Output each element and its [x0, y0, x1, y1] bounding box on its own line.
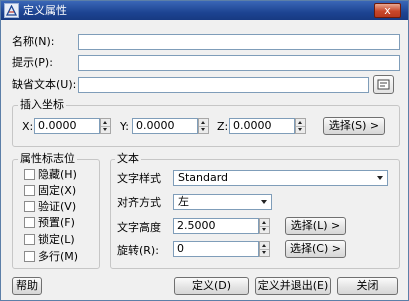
- tag-input[interactable]: [78, 34, 400, 50]
- lock-position-checkbox[interactable]: [24, 234, 35, 245]
- justify-label: 对齐方式: [117, 196, 161, 209]
- constant-label: 固定(X): [38, 184, 77, 197]
- close-button[interactable]: 关闭: [337, 277, 398, 295]
- x-input[interactable]: 0.0000: [34, 118, 100, 134]
- define-attribute-dialog: 定义属性 x 名称(N): 提示(P): 缺省文本(U): 插入坐标 X: 0.…: [0, 0, 409, 301]
- text-settings-legend: 文本: [115, 152, 141, 165]
- rotation-input[interactable]: 0: [173, 241, 259, 257]
- prompt-label: 提示(P):: [12, 56, 53, 69]
- x-label: X:: [22, 120, 34, 133]
- preset-checkbox[interactable]: [24, 217, 35, 228]
- text-height-label: 文字高度: [117, 221, 161, 234]
- default-text-input[interactable]: [78, 77, 369, 93]
- pick-point-button[interactable]: 选择(S) >: [323, 117, 385, 135]
- z-spinner[interactable]: [295, 118, 306, 134]
- preset-label: 预置(F): [38, 216, 75, 229]
- y-label: Y:: [120, 120, 129, 133]
- help-button[interactable]: 帮助: [12, 277, 42, 295]
- y-spinner[interactable]: [198, 118, 209, 134]
- z-label: Z:: [217, 120, 229, 133]
- multiline-checkbox[interactable]: [24, 251, 35, 262]
- text-style-label: 文字样式: [117, 172, 161, 185]
- constant-checkbox[interactable]: [24, 185, 35, 196]
- y-input[interactable]: 0.0000: [132, 118, 198, 134]
- attribute-mode-legend: 属性标志位: [18, 152, 77, 165]
- rotation-spinner[interactable]: [259, 241, 270, 257]
- rotation-label: 旋转(R):: [117, 244, 159, 257]
- text-height-spinner[interactable]: [259, 218, 270, 234]
- field-icon: [377, 79, 390, 90]
- verify-label: 验证(V): [38, 200, 77, 213]
- text-height-input[interactable]: 2.5000: [173, 218, 259, 234]
- justify-value: 左: [178, 195, 189, 208]
- pick-height-button[interactable]: 选择(L) >: [285, 217, 346, 235]
- title-bar[interactable]: 定义属性 x: [1, 1, 408, 20]
- lock-position-label: 锁定(L): [38, 233, 75, 246]
- app-icon: [4, 3, 19, 18]
- pick-rotation-button[interactable]: 选择(C) >: [285, 240, 346, 258]
- insert-field-button[interactable]: [373, 75, 394, 94]
- prompt-input[interactable]: [78, 55, 400, 71]
- window-close-button[interactable]: x: [374, 3, 401, 18]
- justify-select[interactable]: 左: [173, 194, 272, 210]
- insertion-point-legend: 插入坐标: [18, 98, 66, 111]
- x-spinner[interactable]: [100, 118, 111, 134]
- verify-checkbox[interactable]: [24, 201, 35, 212]
- invisible-checkbox[interactable]: [24, 169, 35, 180]
- z-input[interactable]: 0.0000: [229, 118, 295, 134]
- tag-label: 名称(N):: [12, 35, 55, 48]
- window-title: 定义属性: [23, 4, 67, 17]
- define-and-exit-button[interactable]: 定义并退出(E): [255, 277, 331, 295]
- chevron-down-icon: [377, 176, 383, 180]
- multiline-label: 多行(M): [38, 250, 79, 263]
- default-text-label: 缺省文本(U):: [12, 78, 77, 91]
- define-button[interactable]: 定义(D): [174, 277, 249, 295]
- invisible-label: 隐藏(H): [38, 168, 77, 181]
- chevron-down-icon: [261, 200, 267, 204]
- text-style-value: Standard: [178, 171, 229, 184]
- text-style-select[interactable]: Standard: [173, 170, 388, 186]
